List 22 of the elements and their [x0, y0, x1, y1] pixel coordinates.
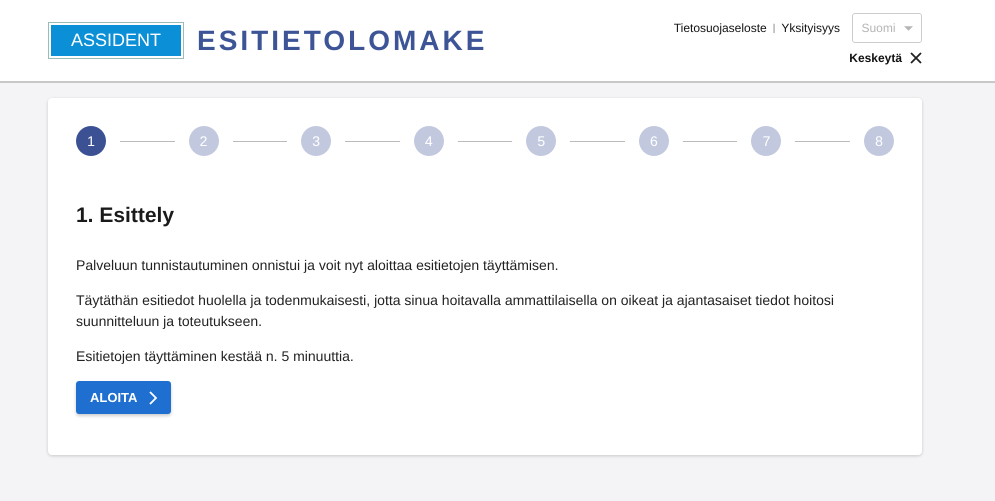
step-circle: 6	[638, 126, 669, 156]
close-icon	[910, 52, 922, 64]
paragraph: Esitietojen täyttäminen kestää n. 5 minuuttia.	[76, 347, 355, 366]
form-title: ESITIETOLOMAKE	[197, 24, 488, 56]
step-circle: 3	[301, 126, 332, 156]
chevron-icon	[149, 390, 158, 404]
section-heading: 1. Esittely	[76, 204, 176, 228]
step-circle: 2	[188, 126, 219, 156]
step-circle: 8	[864, 126, 894, 156]
paragraph: Täytäthän esitiedot huolella ja todenmukaisesti, jotta sinua hoitavalla ammattilaisella on oikeat ja ajantasaiset tiedot hoitosi suunnitteluun ja toteutukseen.	[76, 291, 836, 331]
cancel-button[interactable]: Keskeytä	[849, 51, 922, 65]
logo: ASSIDENT	[51, 25, 182, 56]
step-circle: 5	[526, 126, 556, 156]
caret-icon	[904, 26, 912, 30]
step-circle: 4	[414, 126, 444, 156]
header-link[interactable]: Yksityisyys	[781, 21, 840, 35]
step-circle: 7	[751, 126, 782, 156]
start-button[interactable]: ALOITA	[76, 381, 172, 414]
step-circle: 1	[76, 126, 106, 156]
paragraph: Palveluun tunnistautuminen onnistui ja voit nyt aloittaa esitietojen täyttämisen.	[76, 256, 560, 275]
header-link[interactable]: Tietosuojaseloste	[674, 21, 767, 35]
separator-text: |	[772, 22, 776, 34]
